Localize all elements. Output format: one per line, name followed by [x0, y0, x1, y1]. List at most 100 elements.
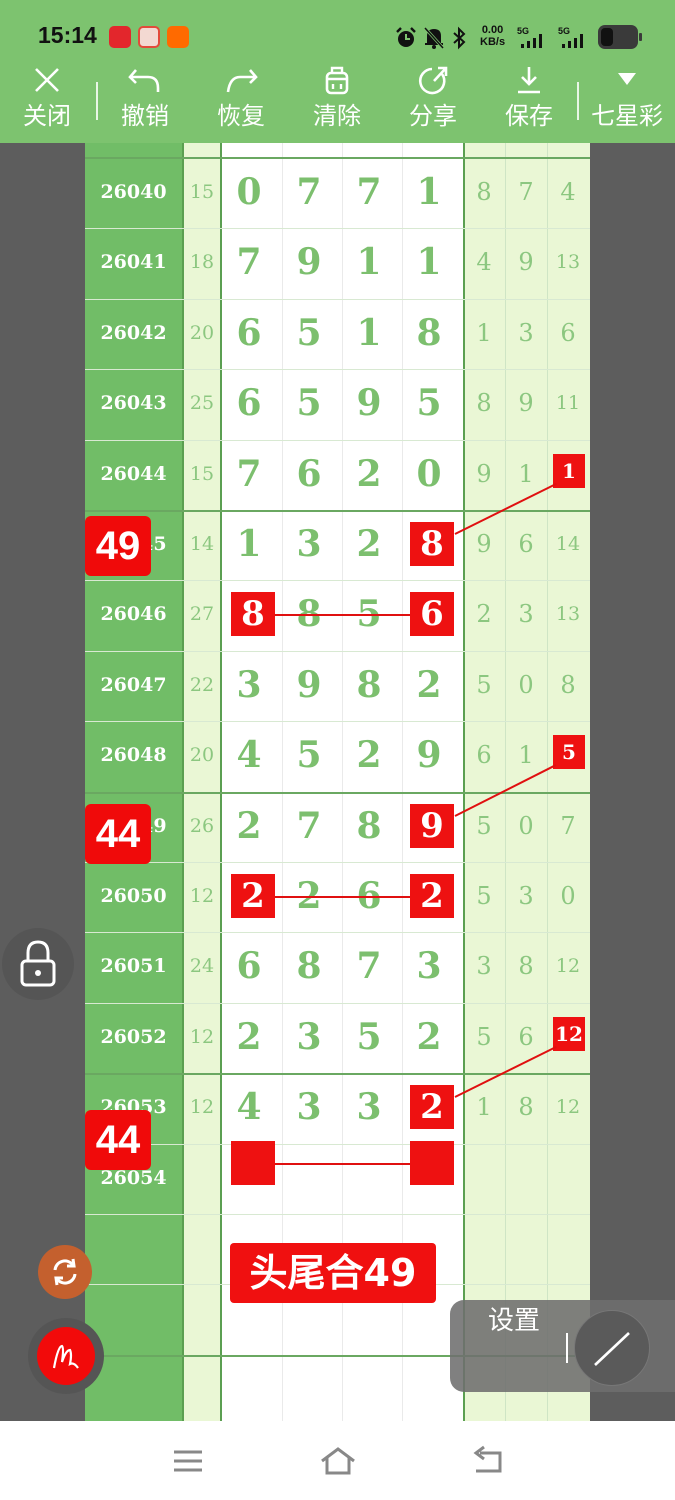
back-icon[interactable] [470, 1445, 506, 1477]
issue-number: 26040 [100, 181, 167, 203]
digit-cell[interactable]: 3 [279, 1072, 339, 1142]
refresh-icon [53, 1258, 77, 1286]
home-icon[interactable] [318, 1445, 358, 1477]
sum-badge: 49 [85, 516, 151, 576]
lottery-type-dropdown[interactable]: 七星彩 [584, 64, 670, 143]
settings-panel[interactable]: 设置 [450, 1300, 675, 1392]
digit-cell[interactable]: 7 [339, 157, 399, 227]
digit-cell[interactable]: 9 [399, 720, 459, 790]
digit-cell[interactable]: 5 [279, 298, 339, 368]
digit-cell[interactable]: 1 [339, 298, 399, 368]
table-row: 26049262789507 [85, 791, 590, 861]
save-label: 保存 [505, 102, 553, 130]
digit-cell[interactable]: 2 [339, 720, 399, 790]
digit-cell[interactable]: 2 [399, 1002, 459, 1072]
digit-cell[interactable]: 0 [399, 439, 459, 509]
issue-number: 26050 [100, 885, 167, 907]
digit-cell[interactable]: 1 [339, 227, 399, 297]
navigation-bar [0, 1421, 675, 1500]
menu-icon[interactable] [172, 1447, 204, 1475]
mute-bell-icon [423, 26, 445, 50]
settings-label[interactable]: 设置 [488, 1300, 540, 1337]
digit-cell[interactable]: 6 [219, 931, 279, 1001]
marked-digit-box: 9 [410, 804, 454, 848]
pen-button[interactable] [28, 1318, 104, 1394]
span-cell: 13 [555, 603, 581, 625]
digit-cell[interactable]: 7 [219, 439, 279, 509]
digit-cell[interactable]: 6 [279, 439, 339, 509]
share-button[interactable]: 分享 [396, 64, 470, 143]
digit-cell[interactable]: 7 [279, 157, 339, 227]
grid-hline [85, 1214, 590, 1215]
sum-value: 12 [189, 1096, 215, 1118]
table-row: 26047 22 3 9 8 2 5 0 8 [85, 650, 590, 720]
table-row: 26040 15 0 7 7 1 8 7 4 [85, 157, 590, 227]
digit-cell[interactable]: 7 [219, 227, 279, 297]
connector-line [274, 614, 410, 616]
span-cell: 4 [560, 178, 576, 206]
undo-label: 撤销 [121, 102, 169, 130]
span-cell: 6 [560, 319, 576, 347]
digit-cell[interactable]: 6 [219, 368, 279, 438]
connector-line [274, 1163, 410, 1165]
toolbar-divider [577, 82, 579, 120]
issue-number: 26048 [100, 744, 167, 766]
sum-value: 12 [189, 1026, 215, 1048]
digit-cell[interactable]: 3 [399, 931, 459, 1001]
digit-cell[interactable]: 3 [219, 650, 279, 720]
digit-cell[interactable]: 9 [339, 368, 399, 438]
sum-value: 24 [189, 955, 215, 977]
digit-cell[interactable]: 5 [339, 1002, 399, 1072]
clear-button[interactable]: 清除 [300, 64, 374, 143]
redo-icon [226, 69, 258, 93]
rotate-button[interactable] [38, 1245, 92, 1299]
span-cell: 9 [518, 248, 534, 276]
digit-cell[interactable]: 7 [279, 791, 339, 861]
digit-cell[interactable] [279, 1143, 339, 1213]
digit-cell[interactable]: 4 [219, 720, 279, 790]
issue-number: 26051 [100, 955, 167, 977]
digit-cell[interactable]: 2 [339, 509, 399, 579]
save-button[interactable]: 保存 [492, 64, 566, 143]
close-button[interactable]: 关闭 [12, 64, 82, 143]
span-cell: 5 [476, 671, 492, 699]
digit-cell[interactable]: 6 [219, 298, 279, 368]
digit-cell[interactable]: 9 [279, 650, 339, 720]
digit-cell[interactable]: 7 [339, 931, 399, 1001]
line-tool-button[interactable] [574, 1310, 650, 1386]
bluetooth-icon [453, 26, 466, 50]
span-cell: 0 [518, 812, 534, 840]
digit-cell[interactable]: 0 [219, 157, 279, 227]
sum-value: 18 [189, 251, 215, 273]
digit-cell[interactable]: 1 [399, 227, 459, 297]
redo-button[interactable]: 恢复 [204, 64, 278, 143]
close-label: 关闭 [23, 102, 71, 130]
digit-cell[interactable]: 4 [219, 1072, 279, 1142]
taobao-icon [167, 26, 189, 48]
digit-cell[interactable]: 5 [399, 368, 459, 438]
span-cell: 8 [476, 389, 492, 417]
digit-cell[interactable]: 2 [219, 791, 279, 861]
table-row: 260451413289614 [85, 509, 590, 579]
digit-cell[interactable]: 2 [339, 439, 399, 509]
lock-button[interactable] [2, 928, 74, 1000]
undo-button[interactable]: 撤销 [108, 64, 182, 143]
digit-cell[interactable]: 8 [279, 931, 339, 1001]
digit-cell[interactable] [339, 1143, 399, 1213]
digit-cell[interactable]: 3 [279, 1002, 339, 1072]
digit-cell[interactable]: 5 [279, 368, 339, 438]
digit-cell[interactable]: 8 [339, 650, 399, 720]
digit-cell[interactable]: 9 [279, 227, 339, 297]
digit-cell[interactable]: 3 [279, 509, 339, 579]
span-cell: 13 [555, 251, 581, 273]
digit-cell[interactable]: 1 [219, 509, 279, 579]
digit-cell[interactable]: 5 [279, 720, 339, 790]
digit-cell[interactable]: 2 [219, 1002, 279, 1072]
digit-cell[interactable]: 8 [399, 298, 459, 368]
span-cell: 9 [518, 389, 534, 417]
digit-cell[interactable]: 1 [399, 157, 459, 227]
digit-cell[interactable]: 2 [399, 650, 459, 720]
digit-cell[interactable]: 3 [339, 1072, 399, 1142]
marked-digit-box: 8 [231, 592, 275, 636]
digit-cell[interactable]: 8 [339, 791, 399, 861]
